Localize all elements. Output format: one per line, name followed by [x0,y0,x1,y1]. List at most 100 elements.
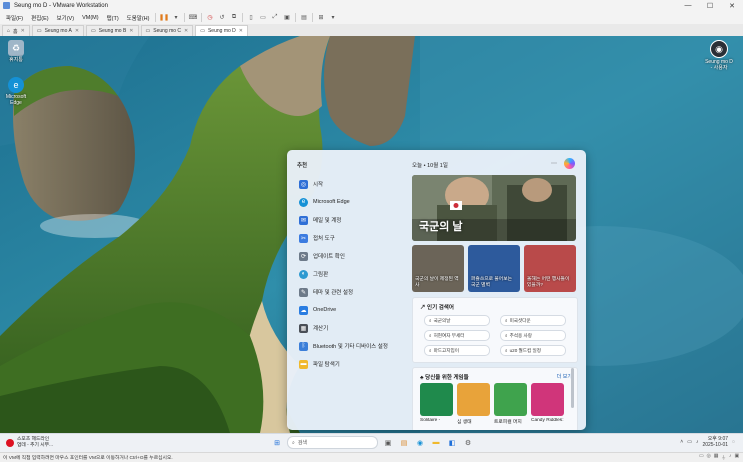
volume-icon[interactable]: ♪ [696,439,699,445]
network-adapter-icon[interactable]: ▦ [714,454,719,461]
menu-tabs[interactable]: 탭(T) [105,14,121,22]
app-item-theme[interactable]: ✎ 테마 및 관련 설정 [299,283,404,301]
news-card-title: 국군의 날이 제정된 역사 [415,277,459,288]
edge-icon[interactable]: ◉ [414,437,426,449]
more-options-icon[interactable]: ⋯ [551,160,557,167]
app-item-paint[interactable]: ◐ 그림판 [299,265,404,283]
game-tile[interactable]: 심 생태 [457,383,490,425]
widgets-app-icon[interactable]: ▤ [398,437,410,449]
network-icon[interactable]: ▭ [687,439,692,445]
trending-item[interactable]: ⌕ 추석용 사랑 [500,330,566,341]
games-more-link[interactable]: 더 보기 [557,373,572,380]
taskbar-search-box[interactable]: ⌕ 검색 [287,436,378,449]
candy-game-icon [531,383,564,416]
sound-icon[interactable]: ♪ [729,454,731,461]
app-list: ◎ 시작 e Microsoft Edge ✉ 메일 및 계정 ✂ 접처 도구 … [299,175,404,373]
trending-item[interactable]: ⌕ 국군의날 [424,315,490,326]
edge-icon: e [8,77,24,93]
copilot-icon[interactable] [564,158,575,169]
maximize-button[interactable]: ☐ [699,0,721,11]
tab-seung-mo-d[interactable]: ▭ Seung mo D ✕ [195,25,248,36]
app-item-bluetooth[interactable]: ᛒ Bluetooth 및 기타 디바이스 설정 [299,337,404,355]
news-card[interactable]: 퍼즐쓰으로 풀어보는 국군 별벽 [468,245,520,292]
app-item-calculator[interactable]: ▦ 계산기 [299,319,404,337]
fullscreen-icon[interactable]: ⤢ [270,13,279,22]
close-icon[interactable]: ✕ [239,28,243,34]
desktop-icon-user[interactable]: ◉ Seung mo D - 사용자 [704,40,734,71]
game-tile[interactable]: 트로피컬 머지 [494,383,527,425]
news-card[interactable]: 올해는 어떤 행사들이 있을까? [524,245,576,292]
tab-seung-mo-a[interactable]: ▭ Seung mo A ✕ [31,25,85,36]
trending-item[interactable]: ⌕ 허현여자 부세터 [424,330,490,341]
console-icon[interactable]: ▤ [299,13,308,22]
app-label: 테마 및 관련 설정 [313,290,354,296]
trending-item[interactable]: ⌕ 마드고지입이 [424,345,490,356]
hero-news-card[interactable]: 국군의 날 [412,175,576,241]
app-item-onedrive[interactable]: ☁ OneDrive [299,301,404,319]
app-item-edge[interactable]: e Microsoft Edge [299,193,404,211]
notification-icon[interactable]: ◌ [732,439,735,445]
app-item-file-explorer[interactable]: ▬ 파일 탐색기 [299,355,404,373]
edge-label: Microsoft Edge [5,94,27,106]
menu-view[interactable]: 보기(V) [55,14,76,22]
library-icon[interactable]: ▯ [246,13,255,22]
close-icon[interactable]: ✕ [184,28,188,34]
desktop-icon-edge[interactable]: e Microsoft Edge [1,77,31,106]
chevron-up-icon[interactable]: ˄ [680,439,683,445]
menu-file[interactable]: 파일(F) [4,14,25,22]
snapshot-icon[interactable]: ◷ [205,13,214,22]
display-icon[interactable]: ▣ [734,454,739,461]
app-item-mail[interactable]: ✉ 메일 및 계정 [299,211,404,229]
feed-scrollbar[interactable] [571,368,574,408]
revert-snapshot-icon[interactable]: ↺ [217,13,226,22]
tab-home[interactable]: ⌂ 홈 ✕ [2,25,30,36]
app-item-snip[interactable]: ✂ 접처 도구 [299,229,404,247]
app-item-update[interactable]: ⟳ 업데이트 확인 [299,247,404,265]
game-tile[interactable]: Candy Riddles: [531,383,564,425]
close-button[interactable]: ✕ [721,0,743,11]
toolbar-divider [184,13,186,22]
menu-edit[interactable]: 편집(E) [29,14,50,22]
menu-vm[interactable]: VM(M) [80,15,101,21]
task-view-icon[interactable]: ▣ [382,437,394,449]
menu-help[interactable]: 도움말(H) [125,14,152,22]
app-label: 메일 및 계정 [313,218,342,224]
thumbnail-icon[interactable]: ▭ [258,13,267,22]
trending-item[interactable]: ⌕ 미국셧다운 [500,315,566,326]
news-card[interactable]: 국군의 날이 제정된 역사 [412,245,464,292]
game-tile[interactable]: Solitaire - [420,383,453,425]
search-icon: ⌕ [429,348,432,353]
stretch-icon[interactable]: ⊞ [316,13,325,22]
clock[interactable]: 오후 9:07 2025-10-01 [702,436,728,448]
pause-icon[interactable]: ❚❚ [159,13,169,22]
search-icon: ⌕ [505,348,508,353]
close-icon[interactable]: ✕ [129,28,133,34]
stretch-dropdown-icon[interactable]: ▾ [328,13,337,22]
unity-icon[interactable]: ▣ [282,13,291,22]
tab-seung-mo-b[interactable]: ▭ Seung mo B ✕ [86,25,139,36]
trending-item[interactable]: ⌕ u20 월드컵 일정 [500,345,566,356]
usb-icon[interactable]: ⏚ [721,454,726,461]
file-explorer-icon[interactable]: ▬ [430,437,442,449]
game-label: Candy Riddles: [531,418,564,423]
desktop-icon-recycle-bin[interactable]: ♻ 휴지통 [1,40,31,63]
hdd-icon[interactable]: ▭ [699,454,704,461]
minimize-button[interactable]: — [677,0,699,11]
dropdown-icon[interactable]: ▾ [171,13,180,22]
app-item-start[interactable]: ◎ 시작 [299,175,404,193]
app-label: 그림판 [313,272,329,278]
store-icon[interactable]: ◧ [446,437,458,449]
tab-seung-mo-c[interactable]: ▭ Seung mo C ✕ [140,25,194,36]
send-keys-icon[interactable]: ⌨ [188,13,198,22]
taskbar: 스포츠 헤드라인 업데 - 추기 시부... ⊞ ⌕ 검색 ▣ ▤ ◉ ▬ ◧ … [0,433,743,453]
recommended-heading: 추천 [297,163,308,169]
windows-start-icon[interactable]: ⊞ [271,437,283,449]
cdrom-icon[interactable]: ◎ [707,454,711,461]
close-icon[interactable]: ✕ [75,28,79,34]
settings-icon[interactable]: ⚙ [462,437,474,449]
home-icon: ⌂ [7,28,11,34]
widgets-button[interactable]: 스포츠 헤드라인 업데 - 추기 시부... [6,437,53,448]
game-label: 심 생태 [457,420,472,425]
close-icon[interactable]: ✕ [21,28,25,34]
snapshot-manager-icon[interactable]: ⧉ [229,13,238,22]
